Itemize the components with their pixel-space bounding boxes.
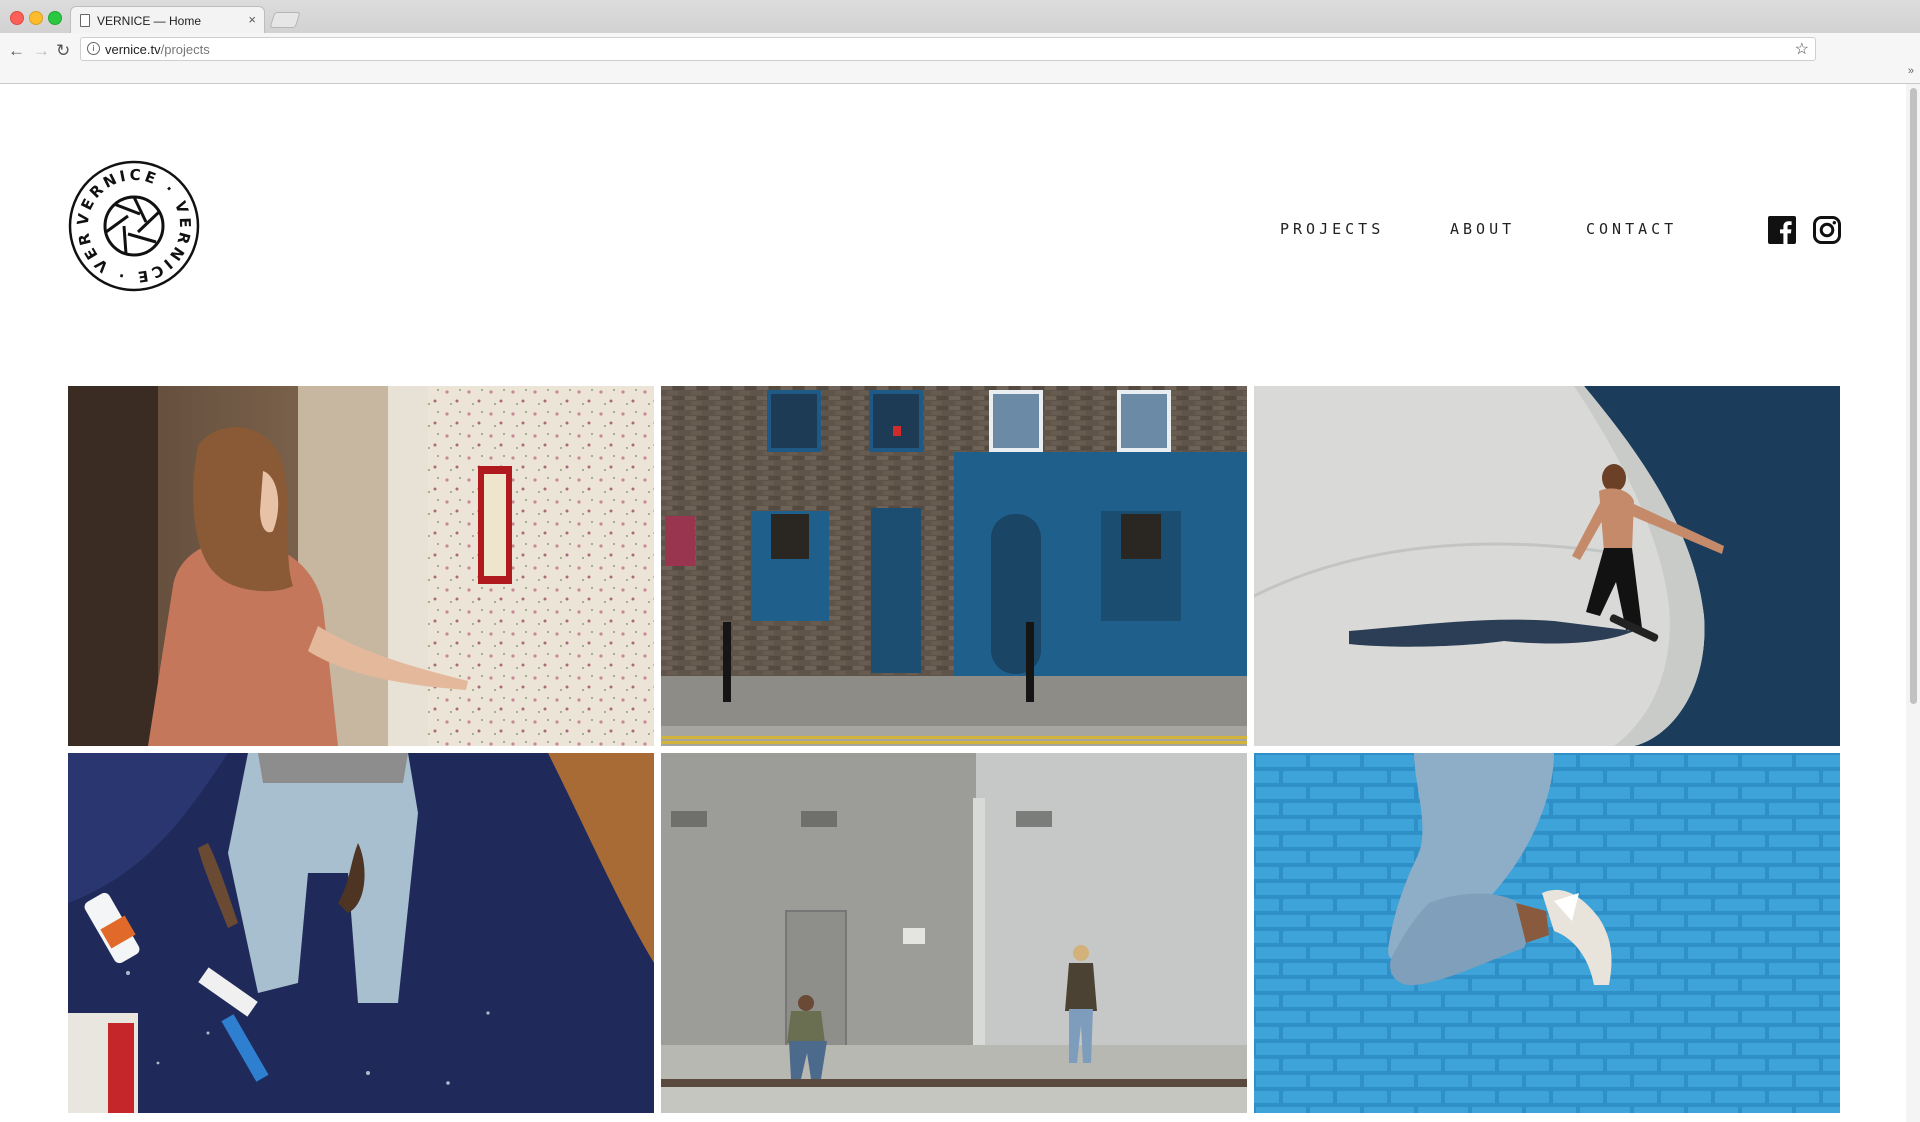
page-scrollbar[interactable] (1906, 84, 1920, 1122)
project-thumbnail-6[interactable] (1254, 753, 1840, 1113)
minimize-window-button[interactable] (29, 11, 43, 25)
nav-contact[interactable]: CONTACT (1586, 220, 1677, 238)
project-thumbnail-4[interactable] (68, 753, 654, 1113)
tab-bar: VERNICE — Home × (0, 0, 1920, 35)
maximize-window-button[interactable] (48, 11, 62, 25)
instagram-icon[interactable] (1813, 216, 1841, 244)
svg-text:VERNICE · VERNICE · VERNICE ·: VERNICE · VERNICE · VERNICE · (68, 160, 194, 286)
extensions-overflow-icon[interactable]: » (1908, 65, 1914, 77)
tab-title: VERNICE — Home (97, 14, 202, 28)
bookmark-star-icon[interactable]: ☆ (1795, 39, 1809, 59)
url-domain: vernice.tv (105, 42, 161, 57)
scrollbar-thumb[interactable] (1910, 88, 1917, 704)
browser-chrome: VERNICE — Home × ← → ↻ i vernice.tv/proj… (0, 0, 1920, 84)
project-thumbnail-3[interactable] (1254, 386, 1840, 746)
vernice-logo[interactable]: VERNICE · VERNICE · VERNICE · (60, 146, 200, 292)
close-window-button[interactable] (10, 11, 24, 25)
project-thumbnail-1[interactable] (68, 386, 654, 746)
logo-text: VERNICE · VERNICE · VERNICE · (60, 146, 191, 286)
facebook-icon[interactable] (1768, 216, 1796, 244)
url-text: vernice.tv/projects (105, 42, 210, 57)
close-tab-icon[interactable]: × (248, 12, 256, 27)
browser-tab[interactable]: VERNICE — Home × (70, 6, 265, 35)
back-arrow-icon[interactable]: ← (8, 41, 25, 61)
address-bar[interactable]: i vernice.tv/projects ☆ (80, 37, 1816, 61)
nav-about[interactable]: ABOUT (1450, 220, 1515, 238)
info-icon[interactable]: i (87, 42, 100, 55)
page-content: VERNICE · VERNICE · VERNICE · PROJECTS A… (0, 84, 1920, 1122)
project-thumbnail-2[interactable] (661, 386, 1247, 746)
forward-arrow-icon[interactable]: → (33, 41, 50, 61)
new-tab-button[interactable] (269, 12, 301, 28)
url-path: /projects (160, 42, 210, 57)
project-thumbnail-5[interactable] (661, 753, 1247, 1113)
browser-toolbar: ← → ↻ i vernice.tv/projects ☆ » (0, 33, 1920, 84)
nav-projects[interactable]: PROJECTS (1280, 220, 1384, 238)
page-icon (80, 14, 90, 27)
reload-icon[interactable]: ↻ (56, 41, 70, 61)
